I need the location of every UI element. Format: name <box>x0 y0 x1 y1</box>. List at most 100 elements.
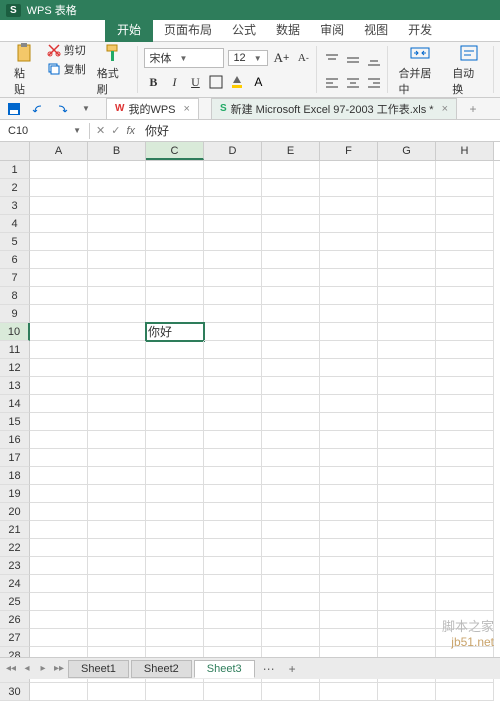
row-header[interactable]: 4 <box>0 215 30 233</box>
increase-font-button[interactable]: A+ <box>272 49 290 67</box>
border-button[interactable] <box>207 73 225 91</box>
cell[interactable] <box>262 341 320 359</box>
cell[interactable] <box>88 269 146 287</box>
cell[interactable] <box>262 197 320 215</box>
tab-data[interactable]: 数据 <box>266 18 310 41</box>
cell[interactable] <box>262 215 320 233</box>
cell[interactable] <box>436 359 494 377</box>
cancel-formula-icon[interactable]: ✕ <box>96 124 105 137</box>
row-header[interactable]: 15 <box>0 413 30 431</box>
cell[interactable] <box>436 557 494 575</box>
cell[interactable] <box>146 395 204 413</box>
cell[interactable] <box>204 287 262 305</box>
cell[interactable] <box>262 287 320 305</box>
cell[interactable] <box>320 179 378 197</box>
cell[interactable] <box>88 539 146 557</box>
cell[interactable] <box>378 611 436 629</box>
row-header[interactable]: 24 <box>0 575 30 593</box>
tab-home[interactable]: 开始 <box>105 0 153 42</box>
cell[interactable] <box>88 521 146 539</box>
row-header[interactable]: 18 <box>0 467 30 485</box>
row-header[interactable]: 27 <box>0 629 30 647</box>
col-header[interactable]: C <box>146 142 204 160</box>
cell[interactable] <box>204 449 262 467</box>
row-header[interactable]: 10 <box>0 323 30 341</box>
cell[interactable] <box>436 323 494 341</box>
cell[interactable] <box>204 161 262 179</box>
cell[interactable] <box>146 485 204 503</box>
col-header[interactable]: A <box>30 142 88 160</box>
cell[interactable] <box>436 467 494 485</box>
cell[interactable] <box>204 683 262 701</box>
cell[interactable] <box>436 287 494 305</box>
cell[interactable] <box>378 593 436 611</box>
cell[interactable] <box>30 431 88 449</box>
cell[interactable] <box>262 269 320 287</box>
row-header[interactable]: 20 <box>0 503 30 521</box>
save-button[interactable] <box>6 101 22 117</box>
sheet-nav-last[interactable]: ▸▸ <box>52 663 66 674</box>
copy-button[interactable]: 复制 <box>44 60 89 78</box>
cell[interactable] <box>262 557 320 575</box>
row-header[interactable]: 22 <box>0 539 30 557</box>
cell[interactable] <box>204 359 262 377</box>
tab-view[interactable]: 视图 <box>354 18 398 41</box>
cell[interactable] <box>146 575 204 593</box>
cell[interactable] <box>88 683 146 701</box>
cell[interactable] <box>204 521 262 539</box>
auto-wrap-button[interactable]: 自动换 <box>448 41 489 99</box>
row-header[interactable]: 23 <box>0 557 30 575</box>
font-family-select[interactable]: 宋体▼ <box>144 48 224 68</box>
cell[interactable] <box>262 431 320 449</box>
cell[interactable] <box>436 395 494 413</box>
cell[interactable] <box>30 395 88 413</box>
align-left-button[interactable] <box>323 74 341 92</box>
cell[interactable] <box>146 251 204 269</box>
cell[interactable] <box>262 593 320 611</box>
cell[interactable] <box>146 269 204 287</box>
cell[interactable] <box>378 269 436 287</box>
cell[interactable] <box>262 395 320 413</box>
cell[interactable] <box>436 377 494 395</box>
cell[interactable] <box>146 305 204 323</box>
cell[interactable] <box>378 521 436 539</box>
cell[interactable] <box>320 503 378 521</box>
cell[interactable] <box>30 215 88 233</box>
cell[interactable] <box>30 485 88 503</box>
cell[interactable] <box>88 233 146 251</box>
cell[interactable] <box>88 449 146 467</box>
cell[interactable] <box>88 161 146 179</box>
cell[interactable] <box>146 557 204 575</box>
cell[interactable] <box>320 539 378 557</box>
cell[interactable] <box>262 179 320 197</box>
cell[interactable] <box>30 611 88 629</box>
underline-button[interactable]: U <box>186 73 204 91</box>
cell[interactable] <box>146 611 204 629</box>
cell[interactable] <box>378 179 436 197</box>
cell[interactable] <box>88 593 146 611</box>
close-icon[interactable]: × <box>442 103 448 115</box>
cell[interactable] <box>146 413 204 431</box>
cell[interactable] <box>204 467 262 485</box>
row-header[interactable]: 19 <box>0 485 30 503</box>
cell[interactable] <box>204 251 262 269</box>
cell[interactable] <box>262 539 320 557</box>
cell[interactable] <box>320 323 378 341</box>
italic-button[interactable]: I <box>165 73 183 91</box>
row-header[interactable]: 16 <box>0 431 30 449</box>
cell[interactable] <box>146 539 204 557</box>
cell[interactable] <box>204 233 262 251</box>
cell[interactable] <box>436 521 494 539</box>
cell[interactable] <box>436 539 494 557</box>
col-header[interactable]: D <box>204 142 262 160</box>
cell[interactable] <box>378 467 436 485</box>
cell[interactable] <box>88 305 146 323</box>
cell[interactable] <box>204 269 262 287</box>
select-all-corner[interactable] <box>0 142 30 160</box>
cell[interactable] <box>378 431 436 449</box>
cell[interactable] <box>436 575 494 593</box>
cell[interactable] <box>262 629 320 647</box>
cell[interactable] <box>204 575 262 593</box>
cell[interactable] <box>378 485 436 503</box>
cell[interactable] <box>378 323 436 341</box>
